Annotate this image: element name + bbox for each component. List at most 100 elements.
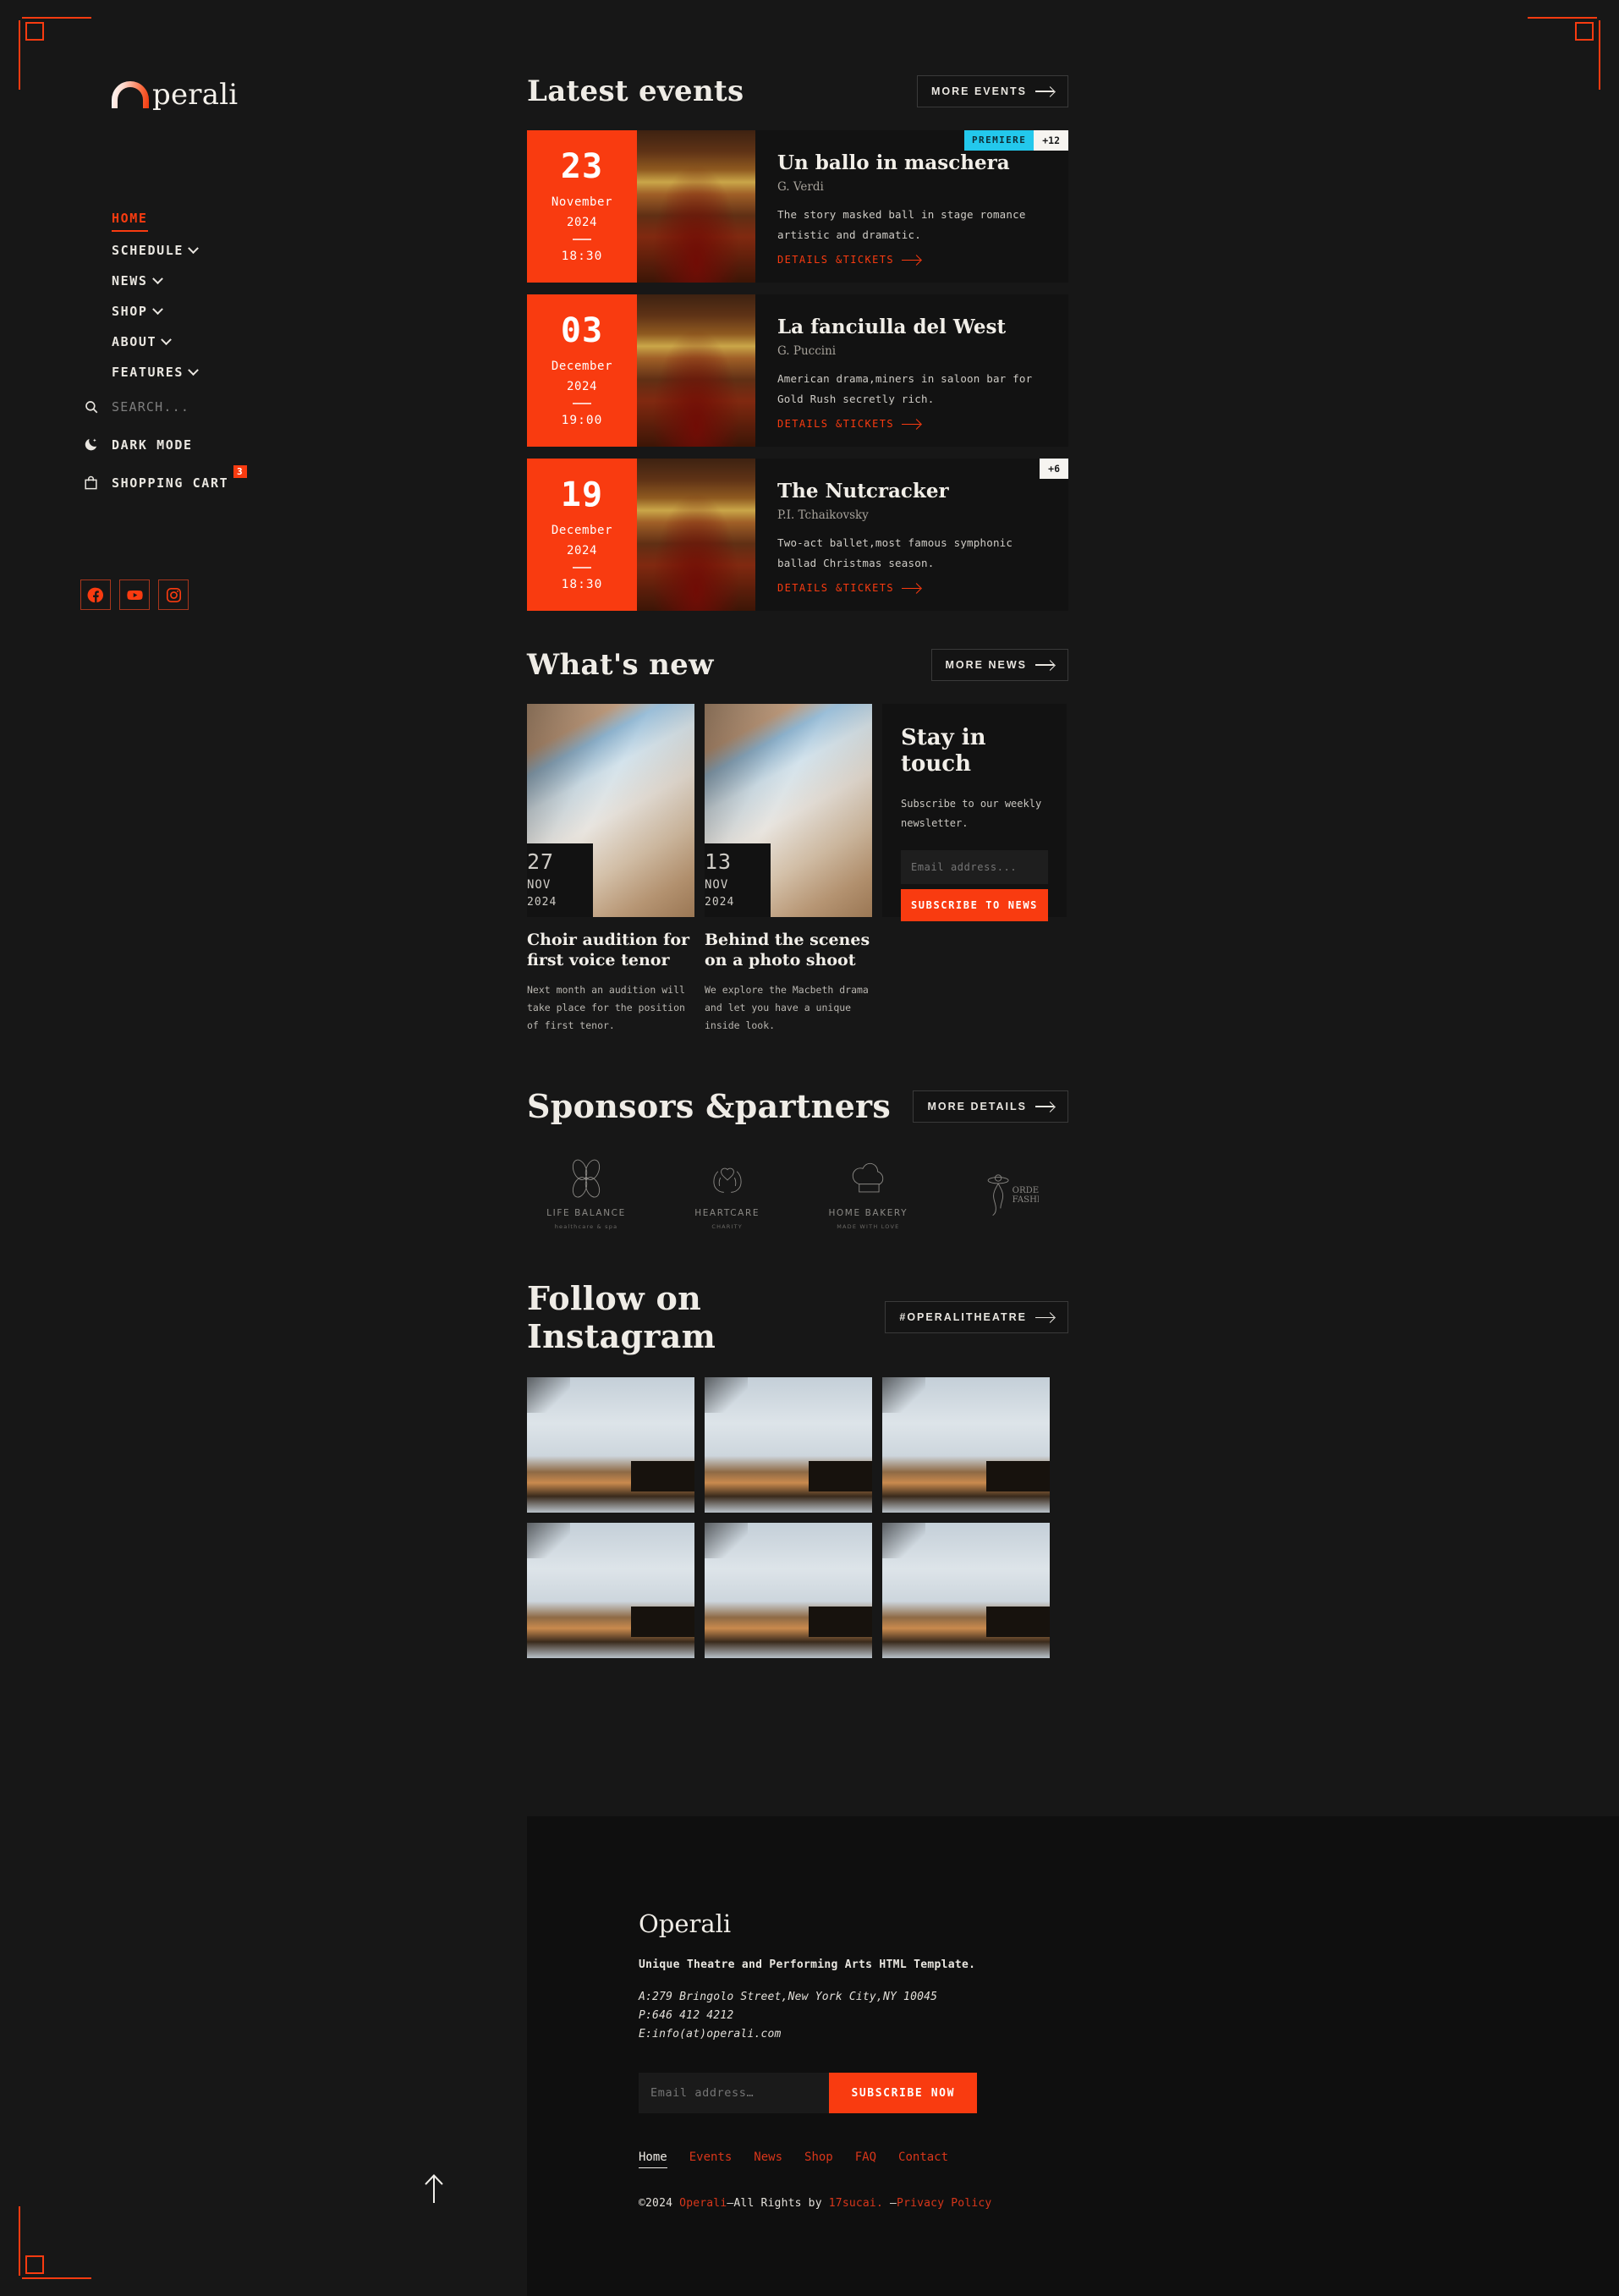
chevron-down-icon [151, 304, 163, 315]
sidebar-item-features[interactable]: FEATURES [112, 357, 199, 387]
main-content: Latest events MORE EVENTS 23 November 20… [527, 0, 1619, 1659]
sponsors-section: Sponsors &partners MORE DETAILS LIFE BAL… [527, 1035, 1619, 1230]
sidebar-item-label: FEATURES [112, 365, 184, 381]
brand-logo[interactable]: perali [112, 80, 527, 109]
shopping-cart-button[interactable]: SHOPPING CART 3 [80, 464, 527, 502]
event-card[interactable]: 23 November 2024 18:30 Un ballo in masch… [527, 130, 1068, 283]
event-title: The Nutcracker [777, 479, 949, 503]
footer-logo: Operali [639, 1909, 732, 1938]
news-card[interactable]: 13 NOV 2024 Behind the scenes on a photo… [705, 704, 872, 1035]
event-composer: G. Puccini [777, 343, 837, 358]
divider [573, 403, 591, 404]
footer-link-shop[interactable]: Shop [804, 2150, 833, 2168]
divider [573, 239, 591, 240]
footer-phone: P:646 412 4212 [639, 2009, 734, 2022]
section-title: Sponsors &partners [527, 1087, 892, 1126]
instagram-tile[interactable] [882, 1523, 1050, 1659]
dark-mode-toggle[interactable]: DARK MODE [80, 426, 527, 464]
sidebar-item-label: ABOUT [112, 334, 157, 350]
search-placeholder: SEARCH... [112, 398, 190, 415]
more-news-button[interactable]: MORE NEWS [930, 649, 1068, 681]
footer-link-faq[interactable]: FAQ [855, 2150, 876, 2168]
instagram-hashtag-button[interactable]: #OPERALITHEATRE [885, 1301, 1068, 1334]
status-badge-premiere: PREMIERE [964, 130, 1035, 151]
copyright-brand[interactable]: Operali [679, 2197, 727, 2210]
sponsor-home-bakery[interactable]: HOME BAKERY MADE WITH LOVE [809, 1156, 927, 1230]
sponsor-orderly-fashion[interactable]: ORDERLY FASHION [950, 1169, 1068, 1217]
copyright-author[interactable]: 17sucai. [829, 2197, 883, 2210]
footer-link-contact[interactable]: Contact [898, 2150, 948, 2168]
sidebar-item-shop[interactable]: SHOP [112, 296, 163, 327]
event-year: 2024 [566, 216, 598, 230]
search-input[interactable]: SEARCH... [80, 387, 527, 426]
event-badges: +6 [1040, 459, 1068, 479]
chef-hat-icon [844, 1156, 892, 1203]
sidebar-item-about[interactable]: ABOUT [112, 327, 173, 357]
footer-nav: Home Events News Shop FAQ Contact [639, 2150, 1619, 2168]
news-card[interactable]: 27 NOV 2024 Choir audition for first voi… [527, 704, 694, 1035]
sidebar-item-news[interactable]: NEWS [112, 266, 163, 296]
footer-link-home[interactable]: Home [639, 2150, 667, 2168]
more-news-label: MORE NEWS [945, 659, 1027, 671]
event-day: 19 [560, 475, 604, 515]
footer-email-input[interactable] [639, 2073, 830, 2113]
event-thumbnail [637, 459, 755, 611]
sponsor-life-balance[interactable]: LIFE BALANCE healthcare & spa [527, 1156, 645, 1230]
butterfly-icon [563, 1156, 610, 1203]
instagram-section: Follow on Instagram #OPERALITHEATRE [527, 1230, 1619, 1659]
scroll-to-top-button[interactable] [419, 2172, 449, 2205]
youtube-icon[interactable] [119, 579, 150, 611]
footer-link-news[interactable]: News [754, 2150, 782, 2168]
event-details-link[interactable]: DETAILS &TICKETS [777, 418, 1050, 430]
sponsor-tagline: MADE WITH LOVE [837, 1223, 900, 1231]
sponsor-heartcare[interactable]: HEARTCARE CHARITY [668, 1156, 787, 1230]
event-description: Two-act ballet,most famous symphonic bal… [777, 536, 1013, 569]
chevron-down-icon [188, 243, 199, 254]
news-month: NOV [705, 878, 729, 892]
fashion-figure-icon: ORDERLY FASHION [980, 1169, 1039, 1217]
event-details-link[interactable]: DETAILS &TICKETS [777, 254, 1050, 266]
arrow-right-icon [1035, 91, 1054, 92]
newsletter-email-input[interactable] [901, 849, 1048, 884]
more-events-label: MORE EVENTS [931, 85, 1027, 97]
instagram-tile[interactable] [705, 1523, 872, 1659]
event-thumbnail [637, 294, 755, 447]
event-title: La fanciulla del West [777, 315, 1007, 338]
sidebar-item-schedule[interactable]: SCHEDULE [112, 235, 199, 266]
instagram-tile[interactable] [527, 1377, 694, 1513]
sponsors-header: Sponsors &partners MORE DETAILS [527, 1087, 1068, 1125]
instagram-icon[interactable] [158, 579, 189, 611]
event-badges: PREMIERE +12 [964, 130, 1068, 151]
event-body: The Nutcracker P.I. Tchaikovsky Two-act … [755, 459, 1068, 611]
sidebar-item-label: SHOP [112, 304, 148, 320]
cart-count-badge: 3 [233, 464, 248, 478]
newsletter-subscribe-button[interactable]: SUBSCRIBE TO NEWS [901, 888, 1048, 921]
more-details-label: MORE DETAILS [927, 1100, 1027, 1112]
instagram-tile[interactable] [882, 1377, 1050, 1513]
event-details-link[interactable]: DETAILS &TICKETS [777, 582, 1050, 594]
event-card[interactable]: 03 December 2024 19:00 La fanciulla del … [527, 294, 1068, 447]
sponsors-list: LIFE BALANCE healthcare & spa HEARTCARE … [527, 1156, 1068, 1230]
footer-subscribe-form: SUBSCRIBE NOW [639, 2073, 977, 2113]
chevron-down-icon [151, 273, 163, 284]
more-details-button[interactable]: MORE DETAILS [913, 1090, 1068, 1123]
event-card[interactable]: 19 December 2024 18:30 The Nutcracker P.… [527, 459, 1068, 611]
arrow-right-icon [1035, 664, 1054, 666]
event-month: November [551, 195, 613, 210]
facebook-icon[interactable] [80, 579, 111, 611]
footer-subscribe-button[interactable]: SUBSCRIBE NOW [829, 2073, 977, 2113]
sidebar: perali HOME SCHEDULE NEWS SHOP ABOUT FEA… [0, 0, 527, 2296]
sidebar-item-label: NEWS [112, 273, 148, 289]
more-events-button[interactable]: MORE EVENTS [917, 75, 1068, 107]
privacy-policy-link[interactable]: Privacy Policy [897, 2197, 991, 2210]
instagram-tile[interactable] [527, 1523, 694, 1659]
sidebar-item-home[interactable]: HOME [112, 203, 148, 233]
instagram-grid [527, 1377, 1068, 1659]
arrow-right-icon [902, 587, 920, 590]
instagram-tile[interactable] [705, 1377, 872, 1513]
copyright-mid: —All Rights by [727, 2197, 829, 2210]
main-nav: HOME SCHEDULE NEWS SHOP ABOUT FEATURES [112, 203, 527, 387]
shopping-cart-label: SHOPPING CART 3 [112, 464, 248, 491]
footer-link-events[interactable]: Events [689, 2150, 733, 2168]
event-time: 19:00 [561, 413, 603, 427]
